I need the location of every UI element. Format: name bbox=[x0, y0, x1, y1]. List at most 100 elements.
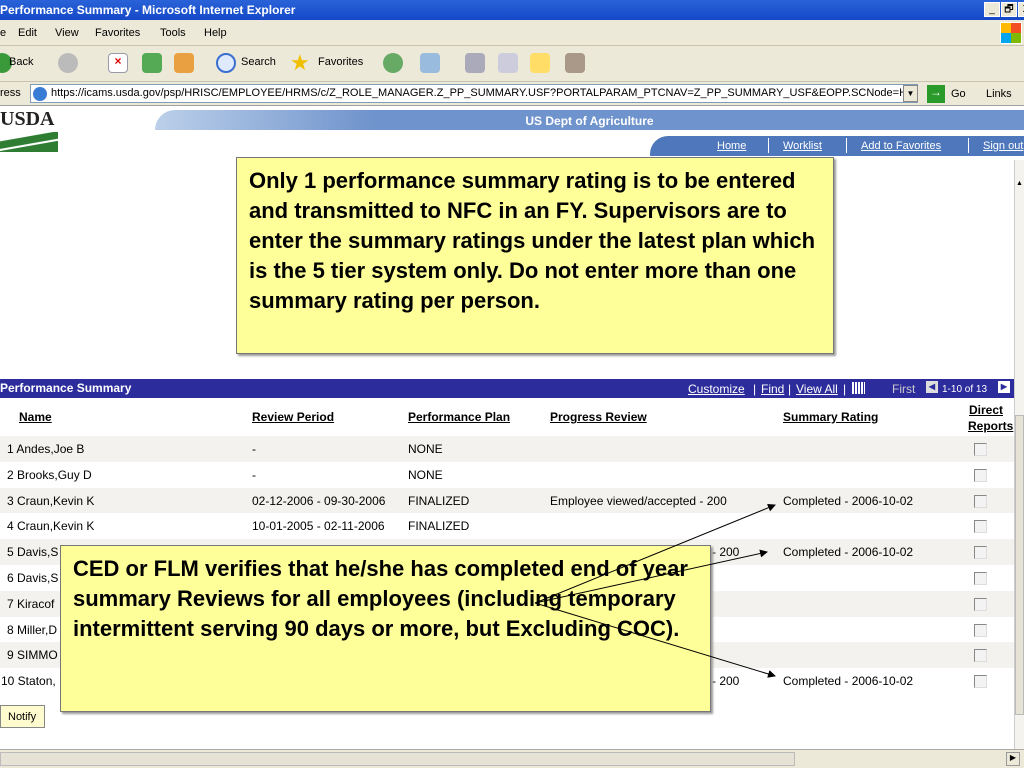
col-review-period[interactable]: Review Period bbox=[252, 410, 334, 424]
review-period: - bbox=[252, 442, 256, 456]
review-period: 02-12-2006 - 09-30-2006 bbox=[252, 493, 386, 508]
employee-name[interactable]: 5 Davis,S bbox=[7, 545, 58, 559]
mail-icon[interactable] bbox=[420, 53, 440, 73]
table-row: 3 Craun,Kevin K 02-12-2006 - 09-30-2006 FI… bbox=[0, 487, 1014, 514]
previous-page-icon[interactable]: ◀ bbox=[926, 381, 938, 393]
scrollbar-thumb[interactable] bbox=[1015, 415, 1024, 715]
search-icon[interactable] bbox=[216, 53, 236, 73]
download-grid-icon[interactable] bbox=[852, 382, 865, 394]
find-link[interactable]: Find bbox=[761, 382, 784, 396]
h-scrollbar-thumb[interactable] bbox=[0, 752, 795, 766]
summary-rating: Completed - 2006-10-02 bbox=[783, 545, 914, 560]
col-progress-review[interactable]: Progress Review bbox=[550, 410, 647, 424]
vertical-scrollbar[interactable]: ▲ bbox=[1014, 160, 1024, 750]
direct-reports-checkbox[interactable] bbox=[974, 649, 987, 663]
stop-icon[interactable]: × bbox=[108, 53, 128, 73]
performance-plan: FINALIZED bbox=[408, 493, 470, 508]
first-link[interactable]: First bbox=[892, 382, 915, 396]
summary-rating: Completed - 2006-10-02 bbox=[783, 674, 914, 689]
edit-icon[interactable] bbox=[498, 53, 518, 73]
grid-header: Performance Summary Customize | Find | V… bbox=[0, 379, 1014, 398]
address-url: https://icams.usda.gov/psp/HRISC/EMPLOYE… bbox=[51, 87, 915, 99]
employee-name[interactable]: 4 Craun,Kevin K bbox=[7, 519, 94, 533]
add-to-favorites-link[interactable]: Add to Favorites bbox=[861, 140, 941, 152]
address-dropdown-button[interactable]: ▼ bbox=[903, 85, 918, 102]
discuss-icon[interactable] bbox=[530, 53, 550, 73]
address-bar: ress https://icams.usda.gov/psp/HRISC/EM… bbox=[0, 82, 1024, 106]
col-summary-rating[interactable]: Summary Rating bbox=[783, 410, 878, 424]
ie-page-icon bbox=[33, 87, 47, 101]
scroll-up-icon[interactable]: ▲ bbox=[1016, 180, 1023, 187]
col-performance-plan[interactable]: Performance Plan bbox=[408, 410, 510, 424]
direct-reports-checkbox[interactable] bbox=[974, 468, 987, 482]
agency-banner: US Dept of Agriculture bbox=[155, 110, 1024, 130]
windows-logo-icon bbox=[1000, 22, 1022, 44]
direct-reports-checkbox[interactable] bbox=[974, 572, 987, 585]
notify-button[interactable]: Notify bbox=[0, 705, 45, 728]
menu-view[interactable]: View bbox=[55, 27, 79, 39]
search-button[interactable]: Search bbox=[241, 56, 276, 68]
go-button[interactable]: Go bbox=[951, 88, 966, 100]
close-button[interactable]: X bbox=[1018, 2, 1024, 17]
review-period: 10-01-2005 - 02-11-2006 bbox=[252, 519, 385, 534]
employee-name[interactable]: 3 Craun,Kevin K bbox=[7, 494, 94, 508]
favorites-icon[interactable]: ★ bbox=[290, 50, 310, 75]
employee-name[interactable]: 7 Kiracof bbox=[7, 597, 54, 611]
customize-link[interactable]: Customize bbox=[688, 382, 745, 396]
go-arrow-icon[interactable]: → bbox=[927, 85, 945, 103]
direct-reports-checkbox[interactable] bbox=[974, 520, 987, 534]
direct-reports-checkbox[interactable] bbox=[974, 675, 987, 689]
employee-name[interactable]: 10 Staton, bbox=[1, 674, 56, 688]
worklist-link[interactable]: Worklist bbox=[783, 140, 822, 152]
col-direct[interactable]: Direct bbox=[969, 403, 1003, 417]
employee-name[interactable]: 9 SIMMO bbox=[7, 648, 58, 662]
horizontal-scrollbar[interactable]: ▶ bbox=[0, 749, 1024, 768]
print-icon[interactable] bbox=[465, 53, 485, 73]
direct-reports-checkbox[interactable] bbox=[974, 623, 987, 637]
favorites-button[interactable]: Favorites bbox=[318, 56, 363, 68]
direct-reports-checkbox[interactable] bbox=[974, 597, 987, 611]
menu-favorites[interactable]: Favorites bbox=[95, 27, 140, 39]
header-nav: Home Worklist Add to Favorites Sign out bbox=[650, 136, 1024, 156]
links-button[interactable]: Links bbox=[986, 88, 1012, 100]
direct-reports-checkbox[interactable] bbox=[974, 443, 987, 456]
home-icon[interactable] bbox=[174, 53, 194, 73]
menu-bar: e Edit View Favorites Tools Help bbox=[0, 20, 1024, 46]
menu-edit[interactable]: Edit bbox=[18, 27, 37, 39]
scroll-right-icon[interactable]: ▶ bbox=[1006, 752, 1020, 766]
minimize-button[interactable]: _ bbox=[984, 2, 1000, 17]
view-all-link[interactable]: View All bbox=[796, 382, 838, 396]
usda-logo: USDA bbox=[0, 108, 55, 130]
direct-reports-checkbox[interactable] bbox=[974, 494, 987, 508]
address-input[interactable]: https://icams.usda.gov/psp/HRISC/EMPLOYE… bbox=[30, 84, 918, 103]
history-icon[interactable] bbox=[383, 53, 403, 73]
toolbar: Back × Search ★ Favorites bbox=[0, 46, 1024, 82]
performance-plan: FINALIZED bbox=[408, 519, 470, 534]
address-label: ress bbox=[0, 87, 21, 99]
menu-file[interactable]: e bbox=[0, 27, 6, 39]
progress-review: - 200 bbox=[712, 674, 740, 689]
sign-out-link[interactable]: Sign out bbox=[983, 140, 1023, 152]
menu-help[interactable]: Help bbox=[204, 27, 227, 39]
research-icon[interactable] bbox=[565, 53, 585, 73]
maximize-button[interactable]: 🗗 bbox=[1001, 2, 1017, 17]
direct-reports-checkbox[interactable] bbox=[974, 546, 987, 560]
forward-icon[interactable] bbox=[58, 53, 78, 73]
home-link[interactable]: Home bbox=[717, 140, 746, 152]
col-name[interactable]: Name bbox=[19, 410, 52, 424]
usda-logo-icon bbox=[0, 132, 58, 152]
title-bar: Performance Summary - Microsoft Internet… bbox=[0, 0, 1024, 20]
employee-name[interactable]: 2 Brooks,Guy D bbox=[7, 468, 92, 482]
employee-name[interactable]: 8 Miller,D bbox=[7, 623, 57, 637]
back-button[interactable]: Back bbox=[9, 56, 33, 68]
col-reports[interactable]: Reports bbox=[968, 419, 1013, 433]
employee-name[interactable]: 1 Andes,Joe B bbox=[7, 442, 84, 456]
refresh-icon[interactable] bbox=[142, 53, 162, 73]
menu-tools[interactable]: Tools bbox=[160, 27, 186, 39]
next-page-icon[interactable]: ▶ bbox=[998, 381, 1010, 393]
progress-review: Employee viewed/accepted - 200 bbox=[550, 493, 727, 508]
employee-name[interactable]: 6 Davis,S bbox=[7, 571, 58, 585]
performance-plan: NONE bbox=[408, 442, 443, 456]
table-row: 2 Brooks,Guy D - NONE bbox=[0, 461, 1014, 488]
window-title: Performance Summary - Microsoft Internet… bbox=[0, 3, 296, 17]
